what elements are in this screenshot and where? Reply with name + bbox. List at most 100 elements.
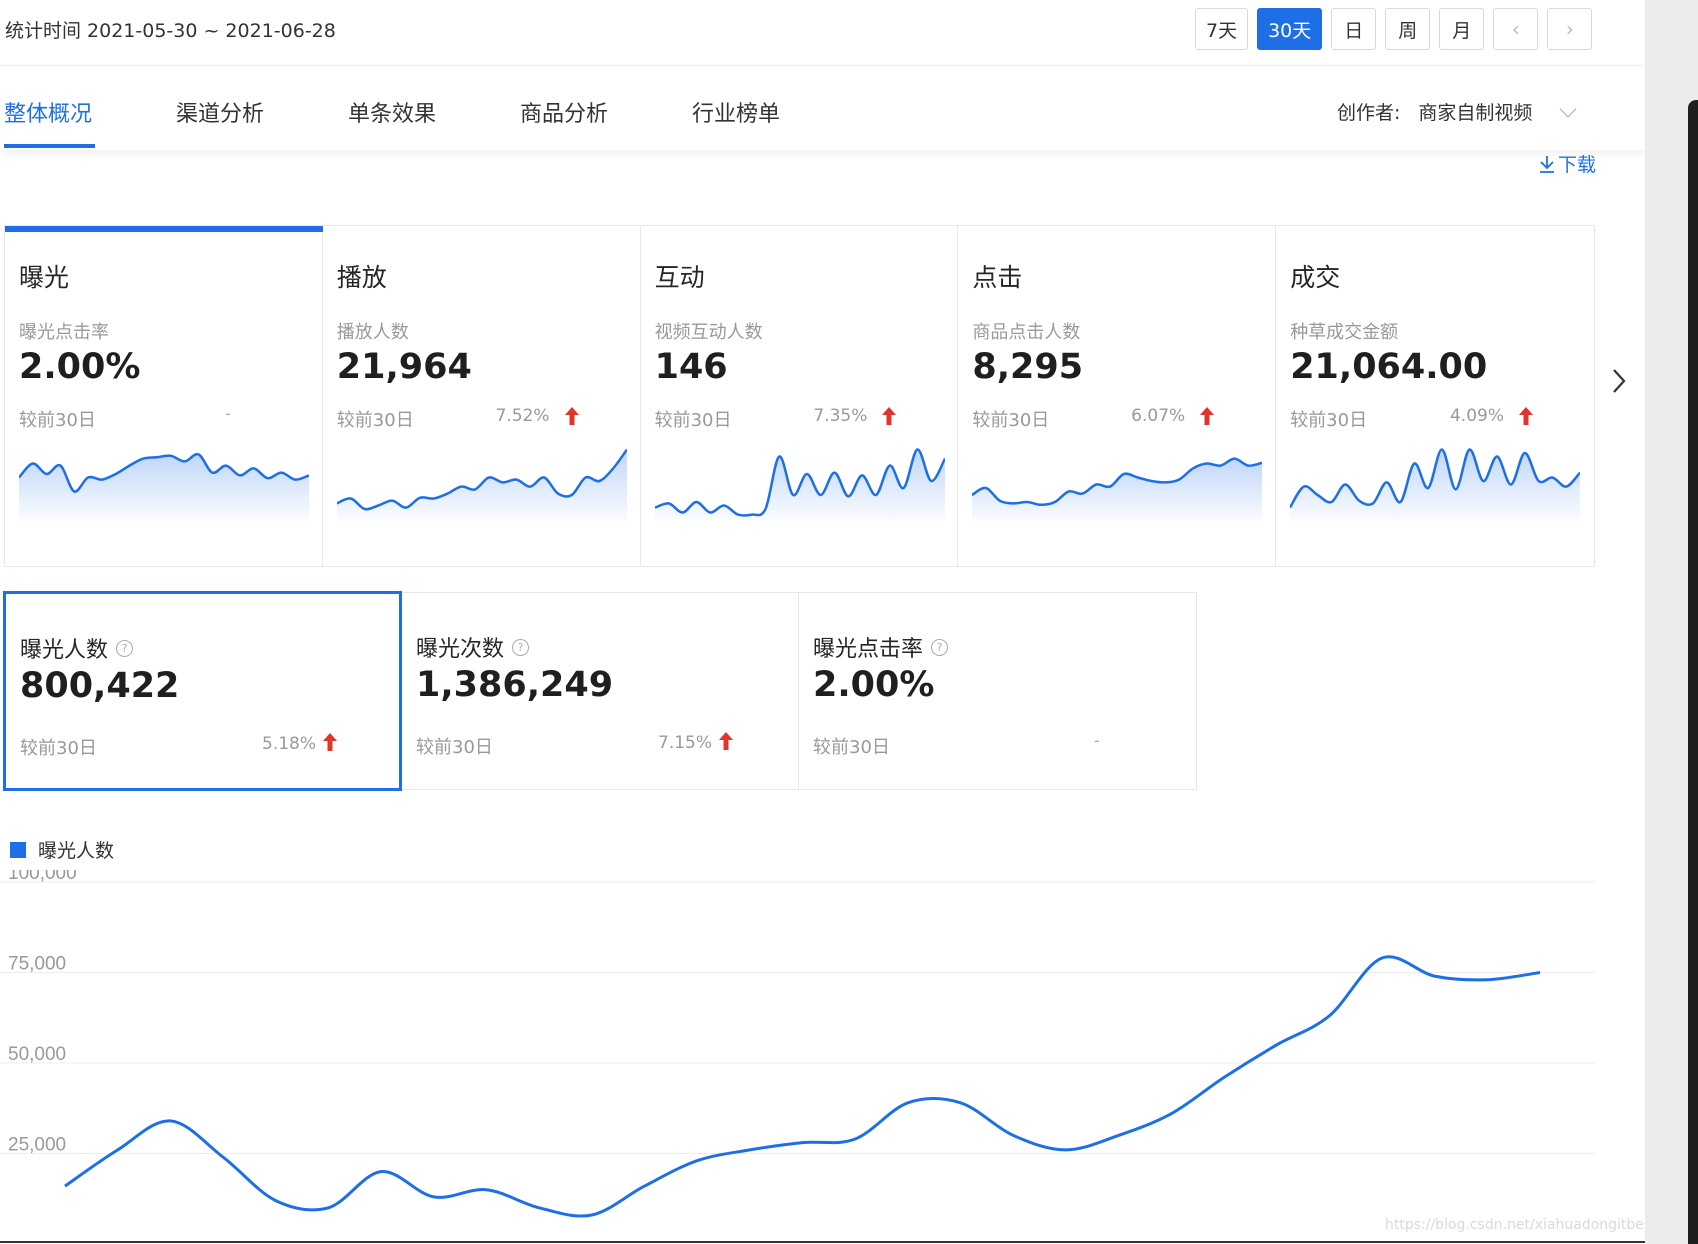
metric-value: 21,964: [336, 347, 472, 387]
watermark-text: https://blog.csdn.net/xiahuadongitbest20…: [1385, 1217, 1645, 1233]
metric-sub: 商品点击人数: [972, 322, 1081, 343]
sub-card-label-wrap: 曝光点击率 ?: [813, 631, 949, 663]
tab-channel[interactable]: 渠道分析: [176, 96, 264, 128]
period-month-button[interactable]: 月: [1439, 8, 1485, 50]
tab-overview[interactable]: 整体概况: [4, 96, 92, 128]
metric-change: 7.52%: [495, 406, 550, 426]
chevron-left-icon: ‹: [1511, 17, 1520, 41]
metric-title: 互动: [654, 263, 705, 292]
sub-card-exposure-ctr[interactable]: 曝光点击率 ? 2.00% 较前30日 -: [799, 593, 1196, 789]
next-period-button[interactable]: ›: [1547, 8, 1593, 50]
sub-card-label-wrap: 曝光次数 ?: [416, 631, 530, 663]
metric-card-play[interactable]: 播放 播放人数 21,964 较前30日 7.52%: [323, 226, 641, 566]
sub-card-compare: 较前30日: [20, 738, 97, 759]
metric-sub: 种草成交金额: [1290, 322, 1399, 343]
period-30d-button[interactable]: 30天: [1257, 8, 1323, 50]
metric-cards: 曝光 曝光点击率 2.00% 较前30日 - 播放 播放人数 21,964 较前…: [4, 225, 1595, 567]
prev-period-button[interactable]: ‹: [1493, 8, 1539, 50]
dashboard-page: 统计时间 2021-05-30 ~ 2021-06-28 7天 30天 日 周 月…: [0, 0, 1645, 1244]
period-selector: 7天 30天 日 周 月 ‹ ›: [1195, 8, 1593, 50]
y-tick-label: 75,000: [8, 954, 66, 975]
sparkline-chart: [1290, 448, 1581, 521]
metric-change: 7.35%: [813, 406, 868, 426]
tab-industry-rank[interactable]: 行业榜单: [692, 96, 780, 128]
arrow-up-icon: [1200, 407, 1215, 425]
sub-card-change: 7.15%: [658, 733, 713, 753]
help-icon[interactable]: ?: [931, 638, 949, 656]
next-cards-arrow-icon[interactable]: [1608, 366, 1630, 396]
creator-value: 商家自制视频: [1418, 102, 1533, 124]
sparkline-chart: [972, 457, 1263, 521]
metric-title: 成交: [1290, 263, 1341, 292]
sub-card-change: 5.18%: [262, 734, 317, 754]
chevron-down-icon: [1559, 100, 1577, 117]
metric-title: 播放: [336, 263, 387, 292]
metric-title: 曝光: [19, 263, 70, 292]
sub-card-label: 曝光人数: [20, 638, 109, 663]
exposure-users-line-chart: 100,000 75,000 50,000 25,000: [0, 870, 1645, 1243]
download-icon: [1540, 155, 1554, 173]
sparkline-area: [336, 449, 627, 521]
window-frame: [1688, 100, 1698, 1244]
sub-card-compare: 较前30日: [813, 737, 890, 758]
metric-card-click[interactable]: 点击 商品点击人数 8,295 较前30日 6.07%: [958, 226, 1277, 566]
tab-product[interactable]: 商品分析: [520, 96, 608, 128]
sub-card-exposure-users[interactable]: 曝光人数 ? 800,422 较前30日 5.18%: [3, 591, 402, 791]
creator-select[interactable]: 创作者: 商家自制视频: [1337, 98, 1577, 125]
metric-change: -: [225, 404, 231, 423]
legend-label: 曝光人数: [38, 840, 115, 862]
metric-sub: 播放人数: [336, 322, 409, 343]
stat-time: 统计时间 2021-05-30 ~ 2021-06-28: [5, 16, 342, 43]
sub-card-value: 1,386,249: [416, 665, 614, 705]
metric-card-interaction[interactable]: 互动 视频互动人数 146 较前30日 7.35%: [641, 226, 959, 566]
sub-card-value: 2.00%: [813, 665, 935, 705]
arrow-up-icon: [323, 733, 337, 751]
series-line-exposure-users: [64, 955, 1541, 1218]
creator-label: 创作者:: [1337, 102, 1401, 124]
metric-title: 点击: [972, 263, 1023, 292]
arrow-up-icon: [882, 407, 897, 425]
stat-time-label: 统计时间: [5, 20, 82, 42]
arrow-up-icon: [1518, 407, 1533, 425]
metric-value: 21,064.00: [1290, 347, 1488, 387]
sub-card-label: 曝光次数: [416, 637, 505, 662]
arrow-up-icon: [564, 407, 579, 425]
sub-card-change: -: [1094, 731, 1100, 750]
y-tick-label: 100,000: [8, 870, 77, 884]
stat-time-range: 2021-05-30 ~ 2021-06-28: [87, 20, 336, 42]
window-edge: [1645, 0, 1698, 1244]
download-link[interactable]: 下载: [1538, 150, 1596, 177]
sparkline-area: [972, 458, 1263, 521]
sub-card-compare: 较前30日: [416, 737, 493, 758]
period-7d-button[interactable]: 7天: [1195, 8, 1249, 50]
selected-indicator: [5, 226, 323, 232]
sub-card-exposure-count[interactable]: 曝光次数 ? 1,386,249 较前30日 7.15%: [402, 593, 799, 789]
sparkline-area: [1290, 449, 1581, 521]
help-icon[interactable]: ?: [512, 638, 530, 656]
active-tab-indicator: [4, 144, 95, 148]
sub-card-label-wrap: 曝光人数 ?: [20, 632, 134, 664]
metric-value: 8,295: [972, 347, 1084, 387]
period-day-button[interactable]: 日: [1331, 8, 1377, 50]
period-week-button[interactable]: 周: [1385, 8, 1431, 50]
metric-card-exposure[interactable]: 曝光 曝光点击率 2.00% 较前30日 -: [5, 226, 323, 566]
chart-legend[interactable]: 曝光人数: [10, 836, 114, 863]
metric-card-deal[interactable]: 成交 种草成交金额 21,064.00 较前30日 4.09%: [1276, 226, 1594, 566]
arrow-up-icon: [719, 732, 733, 750]
tab-single-effect[interactable]: 单条效果: [348, 96, 436, 128]
y-tick-label: 25,000: [8, 1135, 66, 1156]
chevron-right-icon: ›: [1565, 17, 1574, 41]
metric-value: 146: [654, 347, 728, 387]
sparkline-chart: [654, 448, 945, 521]
sparkline-area: [19, 454, 309, 521]
metric-change: 4.09%: [1449, 406, 1504, 426]
metric-sub: 视频互动人数: [654, 322, 763, 343]
stat-header: 统计时间 2021-05-30 ~ 2021-06-28 7天 30天 日 周 月…: [0, 0, 1645, 66]
y-tick-label: 50,000: [8, 1044, 66, 1065]
help-icon[interactable]: ?: [116, 639, 134, 657]
download-label: 下载: [1558, 154, 1597, 176]
sparkline-chart: [19, 452, 309, 521]
main-tabs: 整体概况 渠道分析 单条效果 商品分析 行业榜单 创作者: 商家自制视频: [0, 66, 1645, 150]
sparkline-chart: [336, 448, 627, 521]
metric-change: 6.07%: [1131, 406, 1186, 426]
